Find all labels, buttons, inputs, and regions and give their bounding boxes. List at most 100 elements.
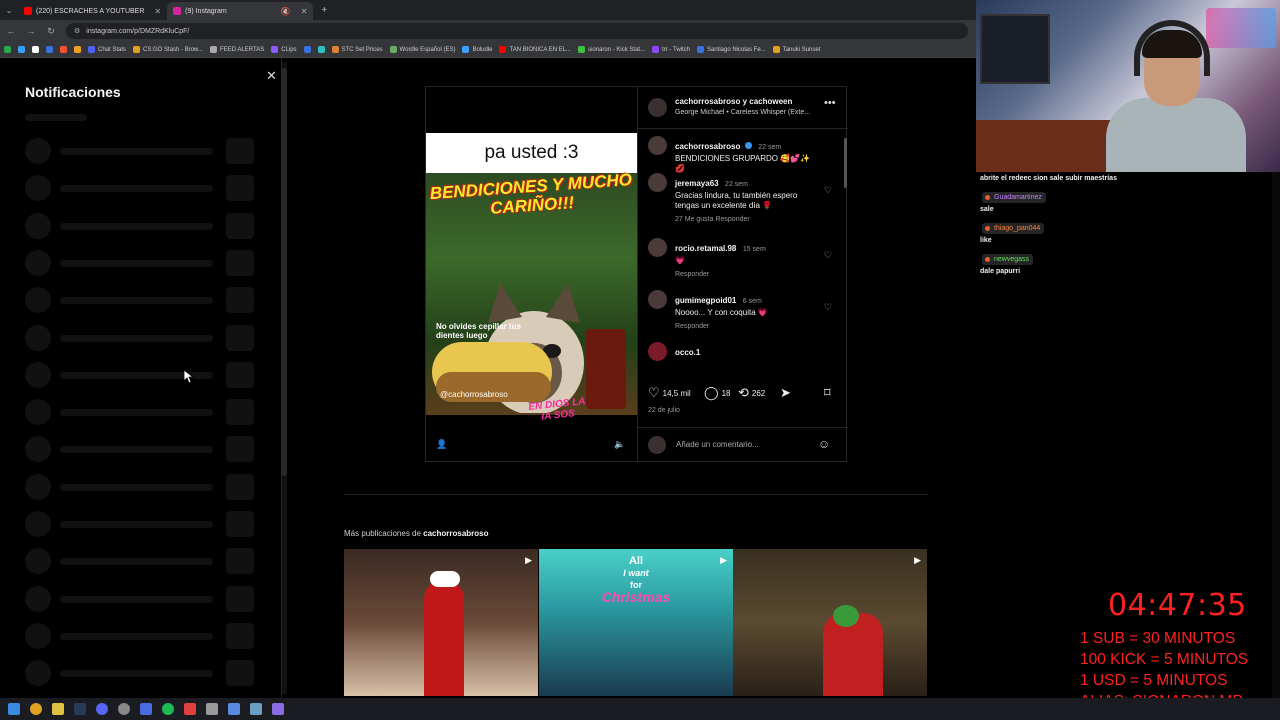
post-author[interactable]: cachorrosabroso y cachoween: [675, 97, 792, 106]
scrollbar-thumb[interactable]: [282, 68, 287, 476]
save-button[interactable]: ⌑: [824, 385, 831, 401]
more-options-icon[interactable]: •••: [824, 97, 836, 109]
skeleton-line: [60, 446, 213, 454]
chat-message: abrite el redeec sion sale subir maestrí…: [980, 175, 1117, 182]
rule-line: 1 SUB = 30 MINUTOS: [1080, 630, 1236, 647]
scrollbar-thumb[interactable]: [844, 138, 847, 188]
discord-icon[interactable]: [96, 703, 108, 715]
author-avatar[interactable]: [648, 98, 667, 117]
bookmark-item[interactable]: [60, 46, 67, 53]
tab-youtube[interactable]: (220) ESCRACHES A YOUTUBER ✕: [18, 2, 167, 20]
bookmark-item[interactable]: TAN BIONICA EN EL...: [499, 46, 571, 53]
app-icon[interactable]: [140, 703, 152, 715]
notification-skeleton-row: [25, 622, 257, 649]
obs-icon[interactable]: [118, 703, 130, 715]
bookmark-item[interactable]: Santiago Nicolas Fe...: [696, 46, 766, 53]
bookmark-item[interactable]: Chat Stats: [88, 46, 126, 53]
bookmark-item[interactable]: Wordle Español (ES): [389, 46, 455, 53]
bookmark-item[interactable]: [4, 46, 11, 53]
repost-button[interactable]: ⟲ 262: [738, 385, 765, 401]
post-media[interactable]: pa usted :3 BENDICIONES Y MUCHO CARIÑO!!…: [426, 87, 637, 461]
comment-like-icon[interactable]: ♡: [824, 302, 832, 313]
notifications-scrollbar[interactable]: [282, 62, 287, 694]
forward-icon[interactable]: →: [26, 26, 36, 36]
bookmark-item[interactable]: [46, 46, 53, 53]
more-post-thumbnail[interactable]: ▶: [344, 549, 538, 696]
close-icon[interactable]: ✕: [266, 68, 277, 84]
comments-scrollbar[interactable]: [844, 130, 848, 378]
tab-instagram[interactable]: (9) Instagram 🔇 ✕: [167, 2, 314, 20]
comment-author[interactable]: cachorrosabroso: [675, 142, 740, 151]
bookmark-item[interactable]: trr - Twitch: [652, 46, 690, 53]
comment-author[interactable]: gumimegpoid01: [675, 296, 736, 305]
comment-input[interactable]: Añade un comentario...: [676, 440, 759, 449]
comment-avatar[interactable]: [648, 290, 667, 309]
comment-button[interactable]: ◯ 18: [704, 385, 730, 401]
bookmark-label: Santiago Nicolas Fe...: [706, 46, 766, 53]
comment-author[interactable]: rocio.retamal.98: [675, 244, 736, 253]
app-icon[interactable]: [184, 703, 196, 715]
post-date[interactable]: 22 de julio: [648, 407, 680, 414]
back-icon[interactable]: ←: [6, 26, 16, 36]
app-icon[interactable]: [272, 703, 284, 715]
post-music[interactable]: George Michael • Careless Whisper (Exte.…: [675, 109, 810, 116]
more-post-thumbnail[interactable]: ▶: [733, 549, 927, 696]
more-post-thumbnail[interactable]: All I want for Christmas ▶: [539, 549, 733, 696]
skeleton-thumb: [226, 175, 254, 202]
bookmark-item[interactable]: [317, 46, 325, 53]
chrome-icon[interactable]: [30, 703, 42, 715]
site-info-icon[interactable]: ⚙: [74, 27, 80, 35]
start-icon[interactable]: [8, 703, 20, 715]
comment-like-icon[interactable]: ♡: [824, 250, 832, 261]
bookmark-item[interactable]: [303, 46, 311, 53]
comment-avatar[interactable]: [648, 136, 667, 155]
bookmark-item[interactable]: Tanuki Sunset: [772, 46, 820, 53]
audio-icon[interactable]: 🔈: [614, 439, 625, 450]
skeleton-avatar: [25, 249, 51, 276]
bookmark-label: STC Set Prices: [341, 46, 383, 53]
url-field[interactable]: ⚙ instagram.com/p/DMZRdKluCpF/: [66, 23, 968, 39]
emoji-icon[interactable]: ☺: [818, 437, 830, 451]
steam-icon[interactable]: [74, 703, 86, 715]
comment-meta[interactable]: Responder: [675, 271, 815, 278]
like-button[interactable]: ♡ 14,5 mil: [648, 385, 691, 401]
comment-avatar[interactable]: [648, 173, 667, 192]
comment-meta[interactable]: 27 Me gusta Responder: [675, 216, 815, 223]
bookmark-item[interactable]: Boludle: [462, 46, 492, 53]
bookmark-item[interactable]: STC Set Prices: [331, 46, 383, 53]
bookmark-item[interactable]: CLips: [271, 46, 297, 53]
mute-tab-icon[interactable]: 🔇: [281, 7, 291, 16]
comment-avatar[interactable]: [648, 342, 667, 361]
folder-icon[interactable]: [52, 703, 64, 715]
bookmark-item[interactable]: [32, 46, 39, 53]
app-icon[interactable]: [228, 703, 240, 715]
comment-author[interactable]: jeremaya63: [675, 179, 719, 188]
close-tab-icon[interactable]: ✕: [154, 7, 161, 16]
bookmark-item[interactable]: sionaron - Kick Stat...: [578, 46, 645, 53]
notification-skeleton-row: [25, 138, 257, 164]
tab-search-icon[interactable]: ⌄: [0, 6, 18, 15]
bookmark-item[interactable]: FEED ALERTAS: [210, 46, 264, 53]
bookmark-item[interactable]: [74, 46, 81, 53]
new-tab-button[interactable]: +: [321, 5, 327, 16]
comment-author[interactable]: occo.1: [675, 348, 700, 357]
tagged-user-icon[interactable]: 👤: [436, 439, 447, 450]
reload-icon[interactable]: ↻: [46, 26, 56, 37]
app-icon[interactable]: [250, 703, 262, 715]
monitor-image: [980, 14, 1050, 84]
comment-time: 15 sem: [742, 246, 766, 253]
bookmark-item[interactable]: CS:GO Stash - Brow...: [133, 46, 203, 53]
app-icon[interactable]: [206, 703, 218, 715]
comment-avatar[interactable]: [648, 238, 667, 257]
more-posts-account[interactable]: cachorrosabroso: [423, 529, 488, 538]
comment-time: 22 sem: [758, 144, 782, 151]
bookmark-item[interactable]: [18, 46, 25, 53]
comment-meta[interactable]: Responder: [675, 323, 815, 330]
comment-like-icon[interactable]: ♡: [824, 185, 832, 196]
share-button[interactable]: ➤: [780, 385, 791, 401]
skeleton-line: [60, 334, 213, 342]
skeleton-line: [60, 185, 213, 193]
skeleton-line: [60, 632, 213, 640]
spotify-icon[interactable]: [162, 703, 174, 715]
close-tab-icon[interactable]: ✕: [301, 7, 308, 16]
